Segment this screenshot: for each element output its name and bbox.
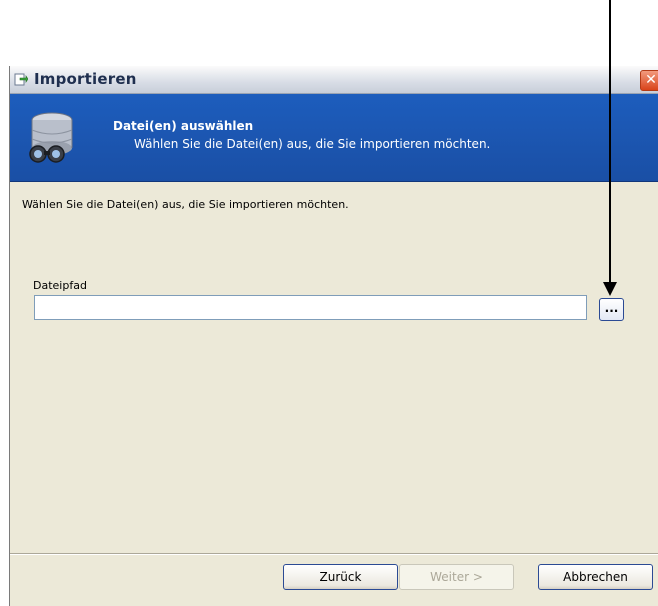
import-icon <box>14 73 28 86</box>
window-title: Importieren <box>34 70 137 88</box>
annotation-arrow-line <box>609 0 611 284</box>
import-dialog: Importieren ✕ Datei(en) auswählen Wählen… <box>9 66 658 606</box>
browse-button[interactable]: ... <box>599 298 624 321</box>
screenshot-canvas: Importieren ✕ Datei(en) auswählen Wählen… <box>0 0 658 606</box>
back-button[interactable]: Zurück <box>283 564 398 590</box>
banner-title: Datei(en) auswählen <box>113 119 254 133</box>
database-search-icon <box>29 112 73 163</box>
annotation-arrow-head <box>603 282 617 296</box>
instructions-text: Wählen Sie die Datei(en) aus, die Sie im… <box>22 198 349 211</box>
header-banner: Datei(en) auswählen Wählen Sie die Datei… <box>10 94 658 182</box>
file-path-label: Dateipfad <box>33 279 87 292</box>
file-path-input[interactable] <box>34 295 587 320</box>
close-button[interactable]: ✕ <box>640 70 658 91</box>
next-button[interactable]: Weiter > <box>399 564 514 590</box>
banner-subtitle: Wählen Sie die Datei(en) aus, die Sie im… <box>134 137 491 151</box>
cancel-button[interactable]: Abbrechen <box>538 564 653 590</box>
footer-divider <box>10 553 658 555</box>
close-icon: ✕ <box>645 72 657 88</box>
title-bar[interactable]: Importieren ✕ <box>10 66 658 94</box>
